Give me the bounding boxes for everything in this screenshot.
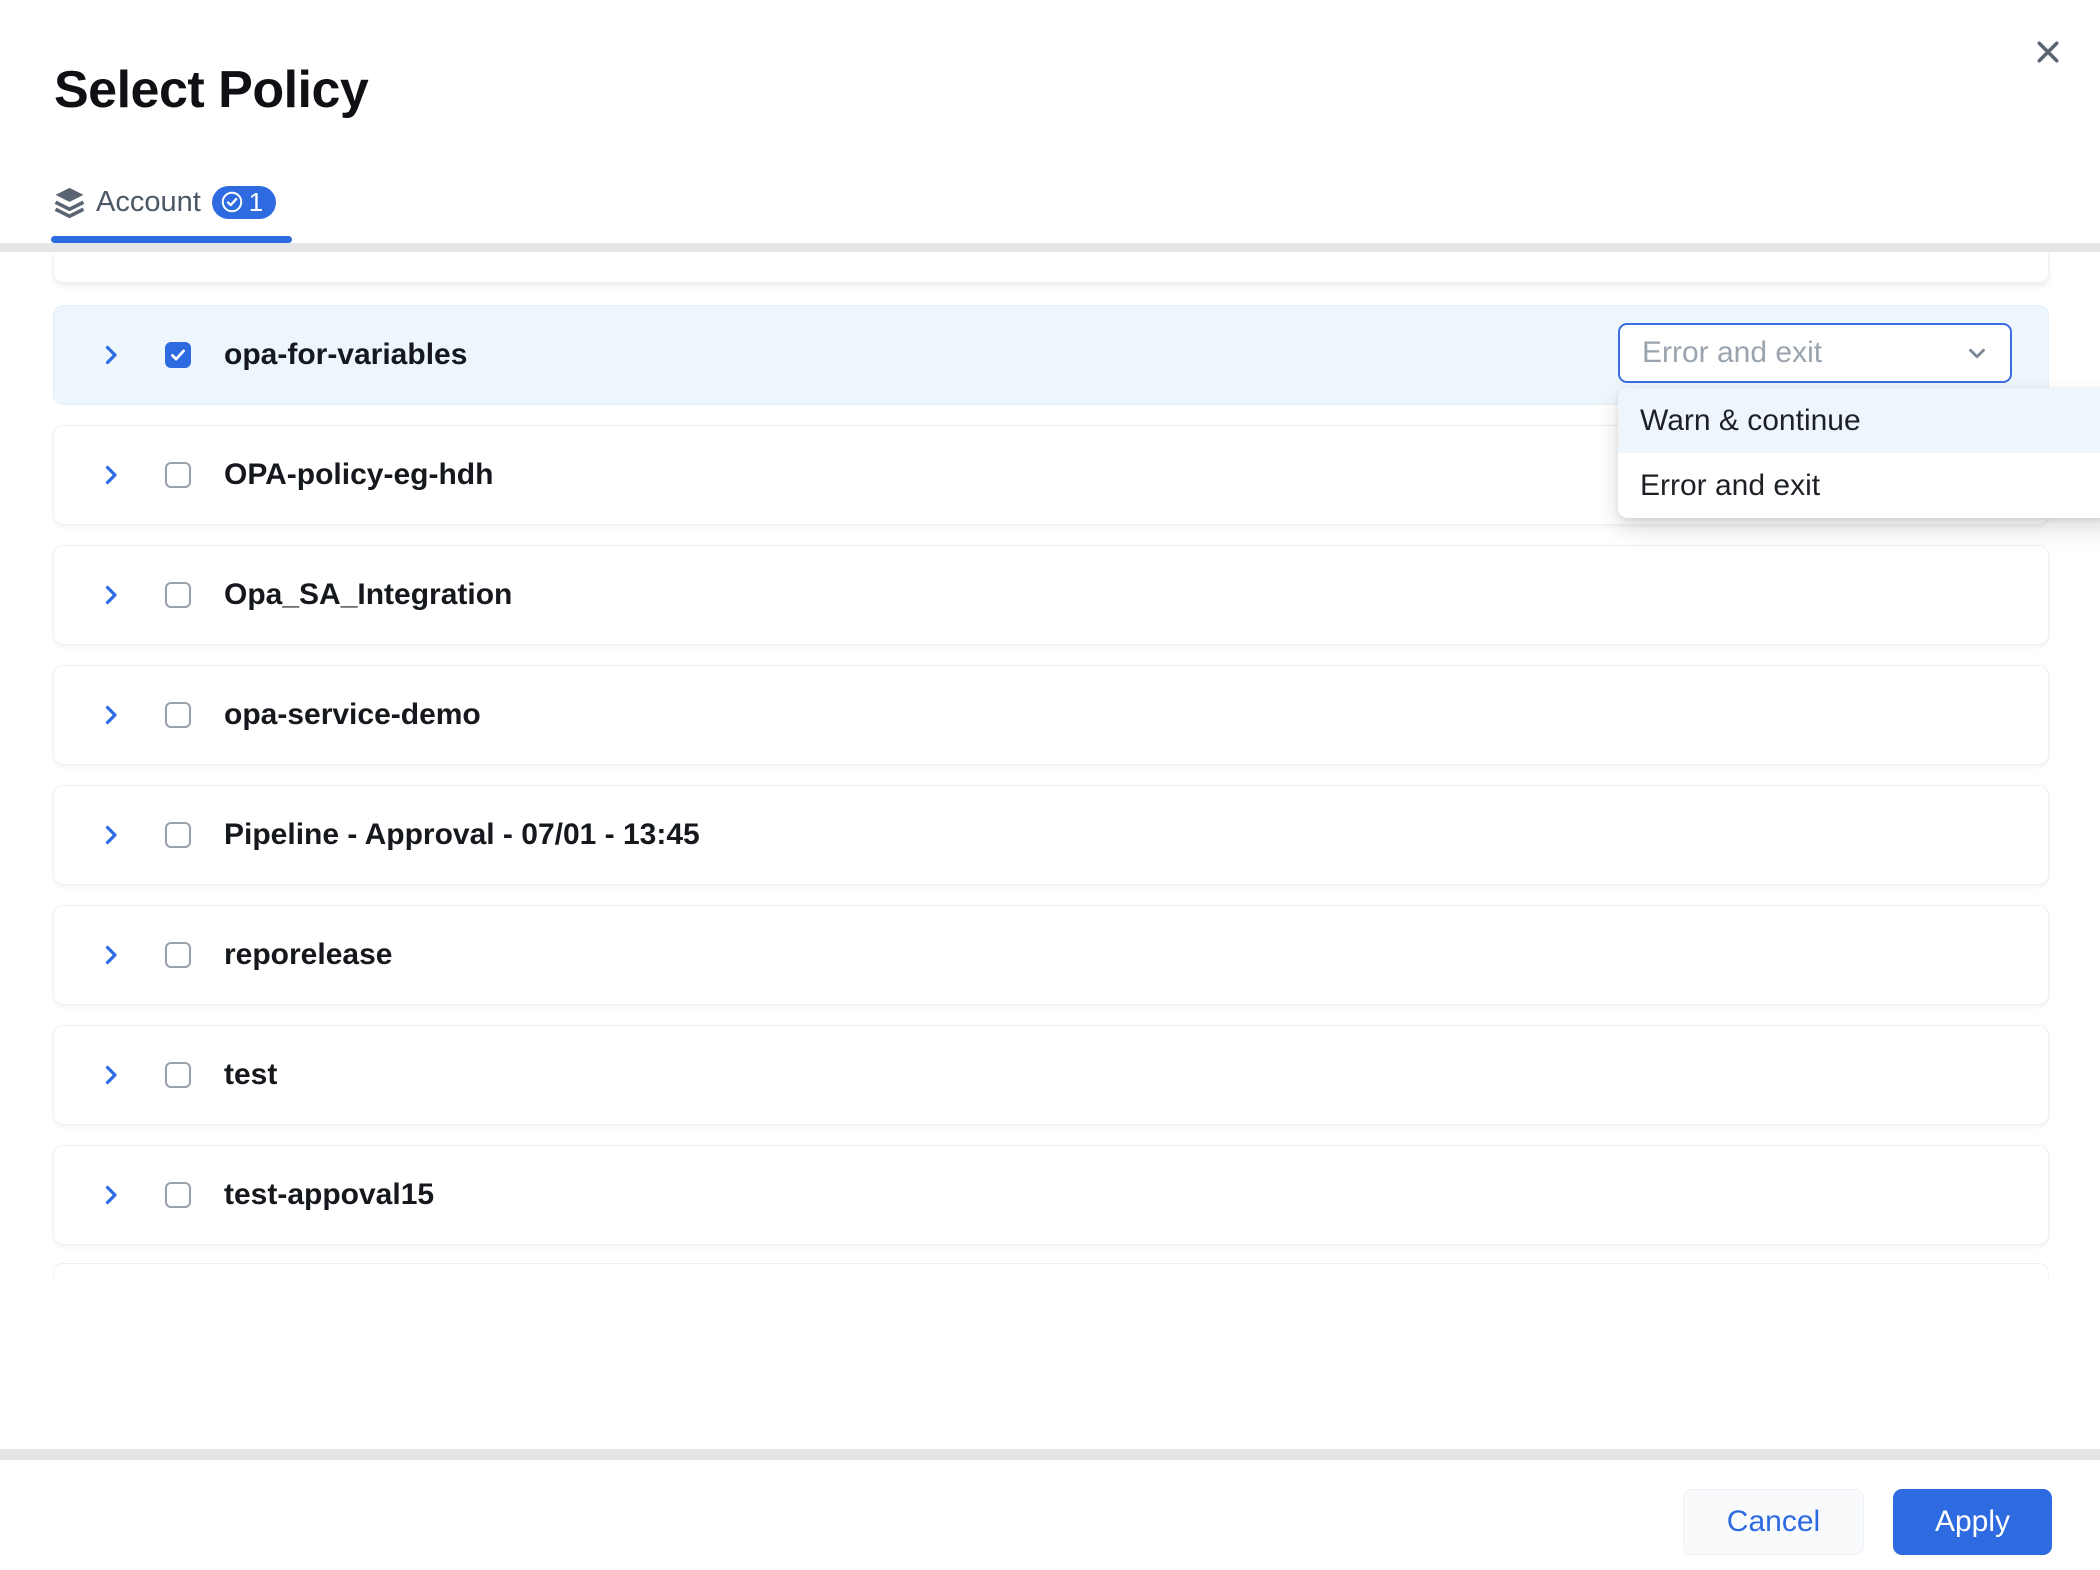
menu-item-error-and-exit[interactable]: Error and exit [1618,453,2100,518]
expand-chevron-icon[interactable] [99,342,123,368]
close-button[interactable] [2026,30,2070,74]
policy-checkbox[interactable] [165,462,191,488]
policy-checkbox[interactable] [165,822,191,848]
action-dropdown-menu: Warn & continue Error and exit [1618,388,2100,518]
active-tab-indicator [51,236,292,243]
menu-item-warn-and-continue[interactable]: Warn & continue [1618,388,2100,453]
policy-checkbox[interactable] [165,1062,191,1088]
policy-name: test [224,1058,277,1092]
selected-count: 1 [249,187,263,218]
footer-divider [0,1449,2100,1460]
close-icon [2033,37,2063,67]
expand-chevron-icon[interactable] [99,1182,123,1208]
policy-name: Opa_SA_Integration [224,578,512,612]
policy-row[interactable]: Pipeline - Approval - 07/01 - 13:45 [53,785,2049,885]
policy-checkbox[interactable] [165,342,191,368]
page-title: Select Policy [54,60,368,120]
select-value: Error and exit [1642,336,1822,370]
expand-chevron-icon[interactable] [99,462,123,488]
policy-row[interactable]: test-appoval15 [53,1145,2049,1245]
policy-row[interactable]: opa-service-demo [53,665,2049,765]
policy-action-select[interactable]: Error and exit [1618,323,2012,383]
expand-chevron-icon[interactable] [99,822,123,848]
policy-row[interactable]: test [53,1025,2049,1125]
policy-name: opa-service-demo [224,698,481,732]
policy-name: OPA-policy-eg-hdh [224,458,493,492]
policy-row[interactable]: Opa_SA_Integration [53,545,2049,645]
partial-card-bottom [53,1263,2049,1289]
policy-name: opa-for-variables [224,338,467,372]
policy-name: reporelease [224,938,392,972]
policy-checkbox[interactable] [165,1182,191,1208]
policy-name: Pipeline - Approval - 07/01 - 13:45 [224,818,700,852]
check-circle-icon [221,191,243,213]
expand-chevron-icon[interactable] [99,582,123,608]
chevron-down-icon [1964,340,1990,366]
policy-name: test-appoval15 [224,1178,434,1212]
selected-count-badge: 1 [212,186,276,219]
tab-account-label: Account [96,186,201,219]
expand-chevron-icon[interactable] [99,942,123,968]
expand-chevron-icon[interactable] [99,1062,123,1088]
policy-checkbox[interactable] [165,702,191,728]
policy-checkbox[interactable] [165,942,191,968]
policy-checkbox[interactable] [165,582,191,608]
layers-icon [54,186,85,219]
partial-card-top [53,253,2049,283]
tab-account[interactable]: Account 1 [54,183,276,221]
cancel-button[interactable]: Cancel [1683,1489,1864,1555]
policy-row[interactable]: reporelease [53,905,2049,1005]
apply-button[interactable]: Apply [1893,1489,2052,1555]
expand-chevron-icon[interactable] [99,702,123,728]
tabs-divider [0,243,2100,252]
